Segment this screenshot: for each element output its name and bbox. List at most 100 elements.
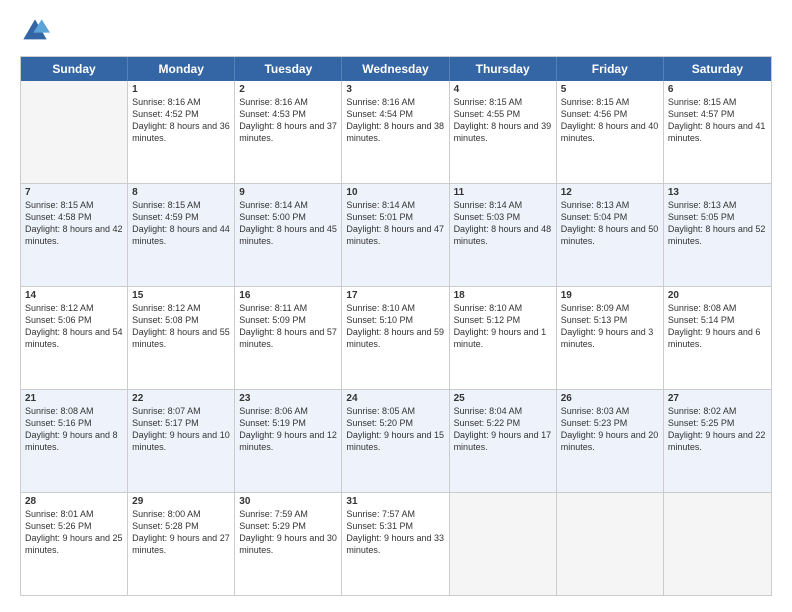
cell-info: Sunrise: 8:06 AM Sunset: 5:19 PM Dayligh… [239, 405, 337, 454]
calendar-cell: 1Sunrise: 8:16 AM Sunset: 4:52 PM Daylig… [128, 81, 235, 183]
day-number: 24 [346, 393, 444, 404]
calendar-cell: 22Sunrise: 8:07 AM Sunset: 5:17 PM Dayli… [128, 390, 235, 492]
calendar: SundayMondayTuesdayWednesdayThursdayFrid… [20, 56, 772, 596]
day-number: 27 [668, 393, 767, 404]
day-number: 18 [454, 290, 552, 301]
calendar-cell: 14Sunrise: 8:12 AM Sunset: 5:06 PM Dayli… [21, 287, 128, 389]
cell-info: Sunrise: 8:15 AM Sunset: 4:59 PM Dayligh… [132, 199, 230, 248]
cell-info: Sunrise: 8:13 AM Sunset: 5:05 PM Dayligh… [668, 199, 767, 248]
calendar-cell: 6Sunrise: 8:15 AM Sunset: 4:57 PM Daylig… [664, 81, 771, 183]
cell-info: Sunrise: 8:05 AM Sunset: 5:20 PM Dayligh… [346, 405, 444, 454]
cell-info: Sunrise: 8:13 AM Sunset: 5:04 PM Dayligh… [561, 199, 659, 248]
day-number: 23 [239, 393, 337, 404]
calendar-header-cell: Tuesday [235, 57, 342, 81]
calendar-body: 1Sunrise: 8:16 AM Sunset: 4:52 PM Daylig… [21, 81, 771, 595]
calendar-cell: 16Sunrise: 8:11 AM Sunset: 5:09 PM Dayli… [235, 287, 342, 389]
calendar-cell [450, 493, 557, 595]
cell-info: Sunrise: 8:03 AM Sunset: 5:23 PM Dayligh… [561, 405, 659, 454]
cell-info: Sunrise: 8:09 AM Sunset: 5:13 PM Dayligh… [561, 302, 659, 351]
cell-info: Sunrise: 8:15 AM Sunset: 4:56 PM Dayligh… [561, 96, 659, 145]
calendar-header-cell: Wednesday [342, 57, 449, 81]
day-number: 20 [668, 290, 767, 301]
calendar-cell: 17Sunrise: 8:10 AM Sunset: 5:10 PM Dayli… [342, 287, 449, 389]
calendar-cell: 24Sunrise: 8:05 AM Sunset: 5:20 PM Dayli… [342, 390, 449, 492]
calendar-cell: 25Sunrise: 8:04 AM Sunset: 5:22 PM Dayli… [450, 390, 557, 492]
calendar-cell: 18Sunrise: 8:10 AM Sunset: 5:12 PM Dayli… [450, 287, 557, 389]
cell-info: Sunrise: 8:00 AM Sunset: 5:28 PM Dayligh… [132, 508, 230, 557]
calendar-cell: 26Sunrise: 8:03 AM Sunset: 5:23 PM Dayli… [557, 390, 664, 492]
header [20, 16, 772, 46]
day-number: 4 [454, 84, 552, 95]
day-number: 11 [454, 187, 552, 198]
cell-info: Sunrise: 8:01 AM Sunset: 5:26 PM Dayligh… [25, 508, 123, 557]
cell-info: Sunrise: 8:15 AM Sunset: 4:55 PM Dayligh… [454, 96, 552, 145]
day-number: 2 [239, 84, 337, 95]
cell-info: Sunrise: 8:16 AM Sunset: 4:54 PM Dayligh… [346, 96, 444, 145]
calendar-header: SundayMondayTuesdayWednesdayThursdayFrid… [21, 57, 771, 81]
day-number: 29 [132, 496, 230, 507]
day-number: 19 [561, 290, 659, 301]
calendar-cell: 7Sunrise: 8:15 AM Sunset: 4:58 PM Daylig… [21, 184, 128, 286]
calendar-header-cell: Sunday [21, 57, 128, 81]
calendar-header-cell: Saturday [664, 57, 771, 81]
day-number: 12 [561, 187, 659, 198]
day-number: 1 [132, 84, 230, 95]
cell-info: Sunrise: 7:57 AM Sunset: 5:31 PM Dayligh… [346, 508, 444, 557]
day-number: 30 [239, 496, 337, 507]
day-number: 7 [25, 187, 123, 198]
day-number: 6 [668, 84, 767, 95]
day-number: 26 [561, 393, 659, 404]
day-number: 21 [25, 393, 123, 404]
cell-info: Sunrise: 8:07 AM Sunset: 5:17 PM Dayligh… [132, 405, 230, 454]
calendar-header-cell: Thursday [450, 57, 557, 81]
calendar-cell: 4Sunrise: 8:15 AM Sunset: 4:55 PM Daylig… [450, 81, 557, 183]
cell-info: Sunrise: 8:11 AM Sunset: 5:09 PM Dayligh… [239, 302, 337, 351]
cell-info: Sunrise: 8:15 AM Sunset: 4:57 PM Dayligh… [668, 96, 767, 145]
day-number: 13 [668, 187, 767, 198]
cell-info: Sunrise: 8:12 AM Sunset: 5:08 PM Dayligh… [132, 302, 230, 351]
calendar-cell: 10Sunrise: 8:14 AM Sunset: 5:01 PM Dayli… [342, 184, 449, 286]
day-number: 28 [25, 496, 123, 507]
calendar-row: 1Sunrise: 8:16 AM Sunset: 4:52 PM Daylig… [21, 81, 771, 184]
day-number: 31 [346, 496, 444, 507]
cell-info: Sunrise: 8:16 AM Sunset: 4:53 PM Dayligh… [239, 96, 337, 145]
day-number: 5 [561, 84, 659, 95]
calendar-cell: 13Sunrise: 8:13 AM Sunset: 5:05 PM Dayli… [664, 184, 771, 286]
day-number: 3 [346, 84, 444, 95]
calendar-cell: 31Sunrise: 7:57 AM Sunset: 5:31 PM Dayli… [342, 493, 449, 595]
cell-info: Sunrise: 8:16 AM Sunset: 4:52 PM Dayligh… [132, 96, 230, 145]
cell-info: Sunrise: 8:10 AM Sunset: 5:12 PM Dayligh… [454, 302, 552, 351]
day-number: 14 [25, 290, 123, 301]
day-number: 8 [132, 187, 230, 198]
calendar-row: 21Sunrise: 8:08 AM Sunset: 5:16 PM Dayli… [21, 390, 771, 493]
cell-info: Sunrise: 8:14 AM Sunset: 5:00 PM Dayligh… [239, 199, 337, 248]
calendar-cell [664, 493, 771, 595]
day-number: 25 [454, 393, 552, 404]
calendar-cell: 11Sunrise: 8:14 AM Sunset: 5:03 PM Dayli… [450, 184, 557, 286]
calendar-header-cell: Monday [128, 57, 235, 81]
logo [20, 16, 54, 46]
calendar-cell: 12Sunrise: 8:13 AM Sunset: 5:04 PM Dayli… [557, 184, 664, 286]
calendar-cell [557, 493, 664, 595]
calendar-row: 14Sunrise: 8:12 AM Sunset: 5:06 PM Dayli… [21, 287, 771, 390]
day-number: 22 [132, 393, 230, 404]
calendar-cell: 2Sunrise: 8:16 AM Sunset: 4:53 PM Daylig… [235, 81, 342, 183]
day-number: 15 [132, 290, 230, 301]
calendar-cell: 23Sunrise: 8:06 AM Sunset: 5:19 PM Dayli… [235, 390, 342, 492]
cell-info: Sunrise: 8:14 AM Sunset: 5:01 PM Dayligh… [346, 199, 444, 248]
calendar-cell: 30Sunrise: 7:59 AM Sunset: 5:29 PM Dayli… [235, 493, 342, 595]
cell-info: Sunrise: 8:08 AM Sunset: 5:14 PM Dayligh… [668, 302, 767, 351]
calendar-cell: 3Sunrise: 8:16 AM Sunset: 4:54 PM Daylig… [342, 81, 449, 183]
cell-info: Sunrise: 8:14 AM Sunset: 5:03 PM Dayligh… [454, 199, 552, 248]
calendar-cell [21, 81, 128, 183]
calendar-cell: 29Sunrise: 8:00 AM Sunset: 5:28 PM Dayli… [128, 493, 235, 595]
calendar-header-cell: Friday [557, 57, 664, 81]
calendar-cell: 28Sunrise: 8:01 AM Sunset: 5:26 PM Dayli… [21, 493, 128, 595]
cell-info: Sunrise: 8:04 AM Sunset: 5:22 PM Dayligh… [454, 405, 552, 454]
calendar-cell: 19Sunrise: 8:09 AM Sunset: 5:13 PM Dayli… [557, 287, 664, 389]
calendar-cell: 9Sunrise: 8:14 AM Sunset: 5:00 PM Daylig… [235, 184, 342, 286]
cell-info: Sunrise: 8:10 AM Sunset: 5:10 PM Dayligh… [346, 302, 444, 351]
day-number: 10 [346, 187, 444, 198]
cell-info: Sunrise: 8:15 AM Sunset: 4:58 PM Dayligh… [25, 199, 123, 248]
cell-info: Sunrise: 8:02 AM Sunset: 5:25 PM Dayligh… [668, 405, 767, 454]
